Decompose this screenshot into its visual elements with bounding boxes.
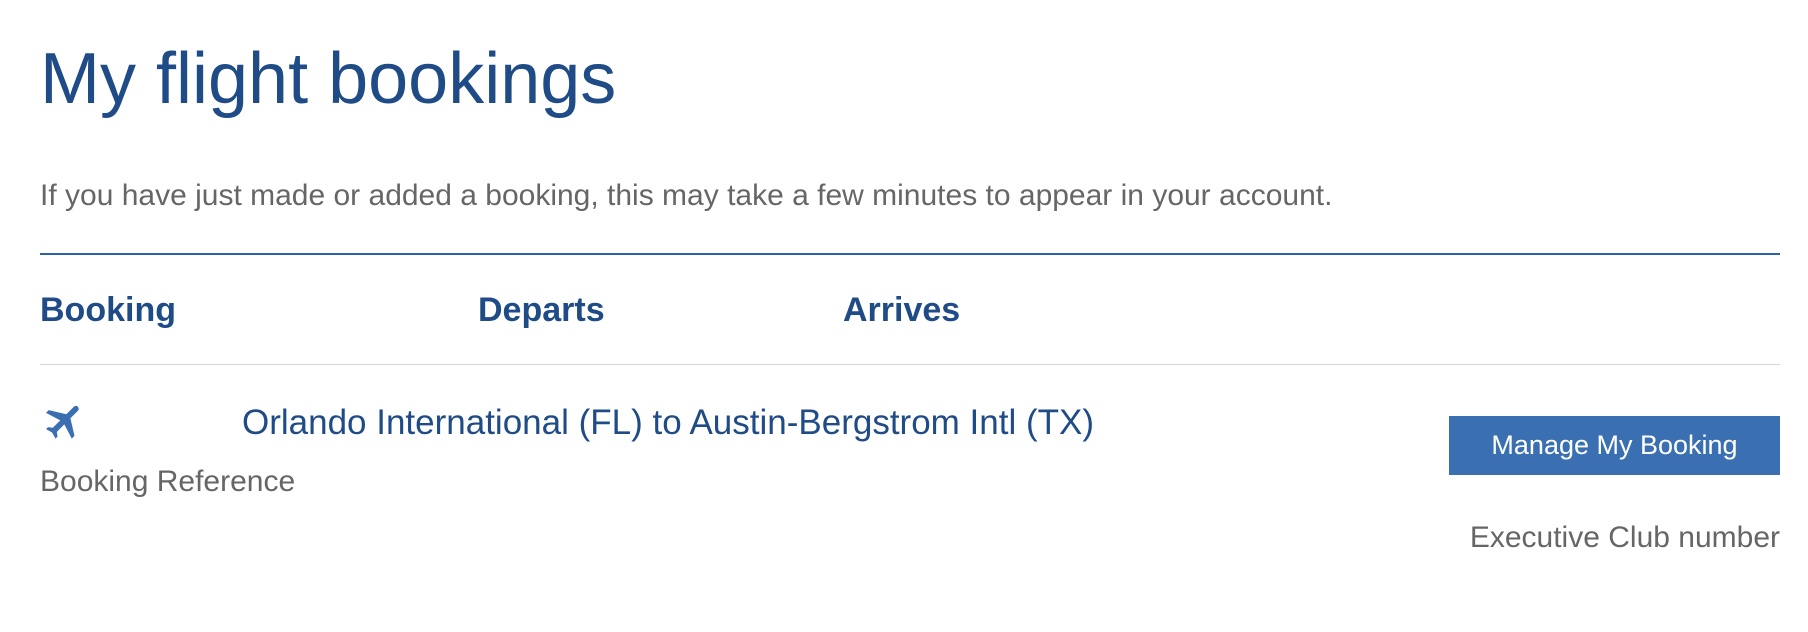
header-divider	[40, 253, 1780, 255]
plane-icon	[46, 405, 79, 439]
manage-my-booking-button[interactable]: Manage My Booking	[1449, 416, 1780, 475]
booking-delay-notice: If you have just made or added a booking…	[40, 179, 1333, 212]
executive-club-number-label: Executive Club number	[1469, 521, 1780, 554]
bookings-page: My flight bookings If you have just made…	[40, 0, 1780, 632]
booking-route[interactable]: Orlando International (FL) to Austin-Ber…	[242, 402, 1094, 444]
column-header-arrives: Arrives	[843, 291, 961, 329]
column-header-booking: Booking	[40, 291, 176, 329]
booking-reference-label: Booking Reference	[40, 465, 296, 498]
row-divider	[40, 364, 1780, 365]
page-title: My flight bookings	[40, 39, 617, 119]
column-header-departs: Departs	[478, 291, 605, 329]
